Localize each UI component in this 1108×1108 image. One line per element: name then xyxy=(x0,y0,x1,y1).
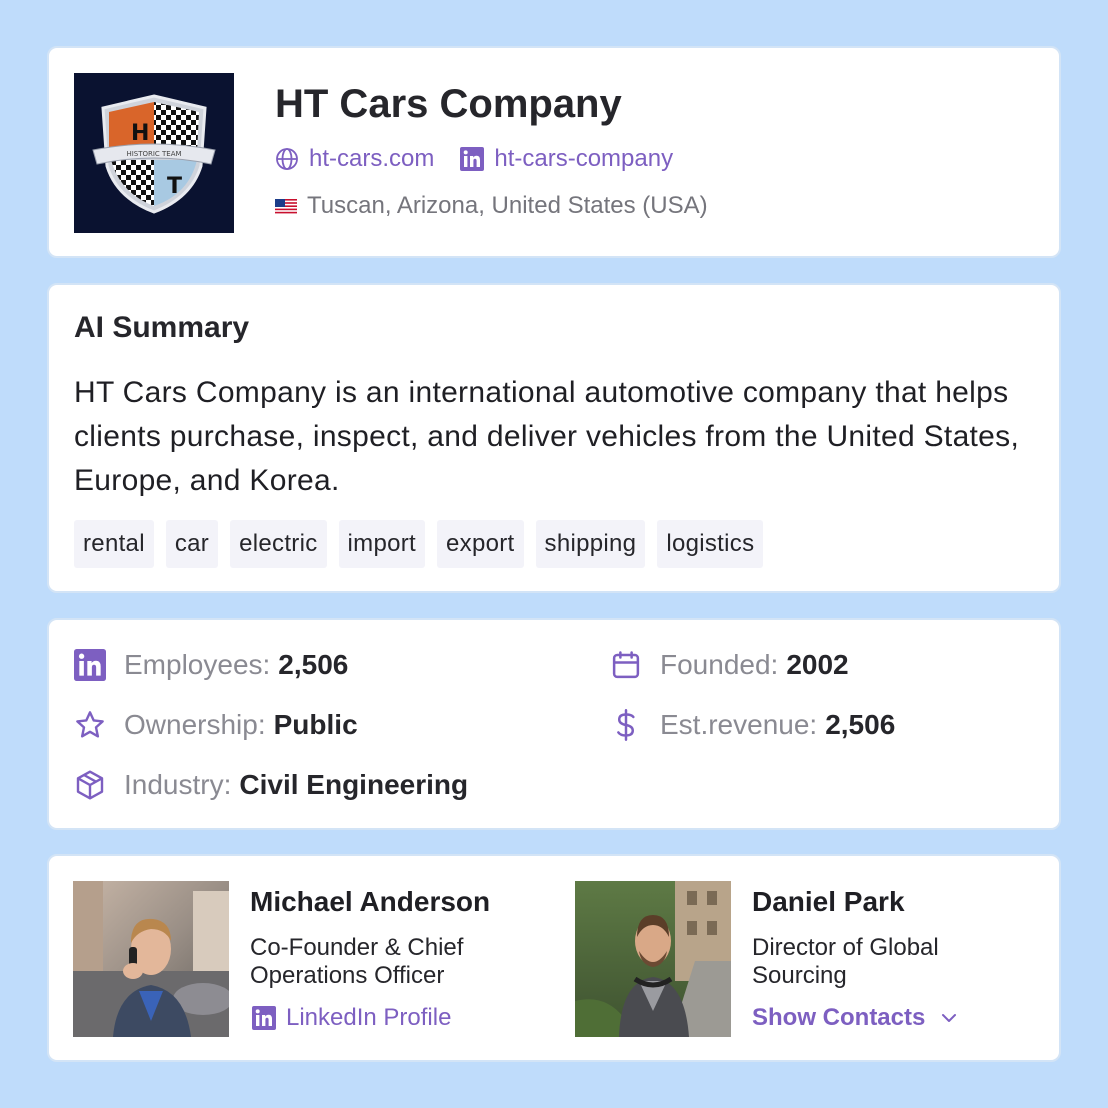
company-name: HT Cars Company xyxy=(275,82,622,126)
star-icon xyxy=(73,708,107,742)
us-flag-icon xyxy=(275,198,297,214)
chevron-down-icon xyxy=(942,1014,957,1022)
tag: shipping xyxy=(535,520,646,568)
stat-revenue: Est.revenue: 2,506 xyxy=(609,708,895,742)
linkedin-icon xyxy=(73,648,107,682)
stat-value: Civil Engineering xyxy=(239,769,469,800)
stat-label: Founded: xyxy=(660,649,779,680)
stat-label: Est.revenue: xyxy=(660,709,818,740)
show-contacts-text: Show Contacts xyxy=(752,1004,926,1031)
stat-label: Ownership: xyxy=(124,709,266,740)
summary-title: AI Summary xyxy=(74,311,250,344)
stat-value: 2,506 xyxy=(278,649,349,680)
company-header-card: H T HISTORIC TEAM HT Cars Company ht-car… xyxy=(47,46,1061,258)
stat-value: 2002 xyxy=(786,649,849,680)
svg-text:T: T xyxy=(167,174,182,199)
linkedin-link[interactable]: ht-cars-company xyxy=(460,145,673,173)
company-location: Tuscan, Arizona, United States (USA) xyxy=(275,192,708,220)
dollar-icon xyxy=(609,708,643,742)
globe-icon xyxy=(276,148,298,170)
stat-industry: Industry: Civil Engineering xyxy=(73,768,468,802)
linkedin-profile-text: LinkedIn Profile xyxy=(286,1004,452,1031)
avatar-daniel-park xyxy=(575,881,731,1037)
linkedin-icon xyxy=(252,1006,276,1030)
avatar-michael-anderson xyxy=(73,881,229,1037)
tag-list: rental car electric import export shippi… xyxy=(74,520,764,568)
website-link[interactable]: ht-cars.com xyxy=(275,145,434,173)
svg-text:HISTORIC TEAM: HISTORIC TEAM xyxy=(126,150,181,158)
linkedin-text: ht-cars-company xyxy=(494,145,674,172)
svg-text:H: H xyxy=(131,121,149,146)
stat-value: 2,506 xyxy=(825,709,896,740)
contact-role: Director of Global Sourcing xyxy=(752,934,939,989)
company-stats-card: Employees: 2,506 Founded: 2002 Ownership… xyxy=(47,618,1061,830)
stat-label: Industry: xyxy=(124,769,232,800)
calendar-icon xyxy=(609,648,643,682)
tag: import xyxy=(338,520,425,568)
box-icon xyxy=(73,768,107,802)
contact-name: Daniel Park xyxy=(752,886,905,917)
tag: export xyxy=(437,520,524,568)
location-text: Tuscan, Arizona, United States (USA) xyxy=(307,192,708,219)
linkedin-profile-link[interactable]: LinkedIn Profile xyxy=(252,1004,451,1032)
ai-summary-card: AI Summary HT Cars Company is an interna… xyxy=(47,283,1061,593)
contacts-card: Michael Anderson Co-Founder & Chief Oper… xyxy=(47,854,1061,1062)
tag: car xyxy=(165,520,219,568)
company-logo: H T HISTORIC TEAM xyxy=(74,73,234,233)
tag: electric xyxy=(230,520,327,568)
stat-ownership: Ownership: Public xyxy=(73,708,358,742)
website-text: ht-cars.com xyxy=(309,145,435,172)
shield-logo-icon: H T HISTORIC TEAM xyxy=(92,94,216,214)
stat-employees: Employees: 2,506 xyxy=(73,648,348,682)
company-links: ht-cars.com ht-cars-company xyxy=(275,145,673,173)
show-contacts-button[interactable]: Show Contacts xyxy=(752,1004,959,1032)
summary-text: HT Cars Company is an international auto… xyxy=(74,376,1020,497)
contact-role: Co-Founder & Chief Operations Officer xyxy=(250,934,464,989)
stat-founded: Founded: 2002 xyxy=(609,648,849,682)
tag: logistics xyxy=(657,520,764,568)
tag: rental xyxy=(74,520,154,568)
stat-value: Public xyxy=(273,709,358,740)
contact-name: Michael Anderson xyxy=(250,886,491,917)
stat-label: Employees: xyxy=(124,649,271,680)
linkedin-icon xyxy=(460,147,485,171)
